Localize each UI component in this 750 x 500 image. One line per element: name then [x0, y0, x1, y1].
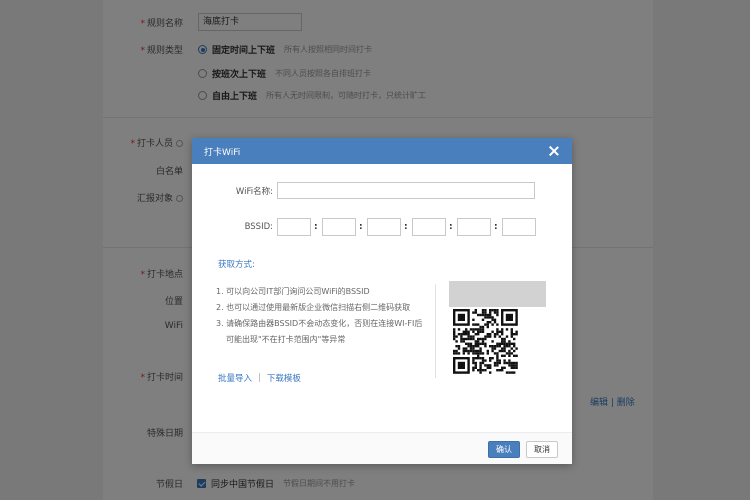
bssid-input-2[interactable]	[322, 218, 356, 236]
modal-footer: 确认 取消	[192, 432, 572, 464]
vertical-divider	[435, 284, 436, 378]
link-row: 批量导入 | 下载模板	[218, 372, 301, 384]
bssid-input-1[interactable]	[277, 218, 311, 236]
bssid-separator: :	[449, 222, 453, 232]
step-item: 1. 可以向公司IT部门询问公司WiFi的BSSID	[216, 287, 370, 296]
step-item: 2. 也可以通过使用最新版企业微信扫描右侧二维码获取	[216, 303, 411, 312]
bssid-separator: :	[404, 222, 408, 232]
wifi-modal: 打卡WiFi WiFi名称: BSSID: : : : : : 获取方式: 1.…	[192, 138, 572, 464]
bssid-separator: :	[359, 222, 363, 232]
qr-code-area	[449, 307, 546, 378]
steps-list: 1. 可以向公司IT部门询问公司WiFi的BSSID 2. 也可以通过使用最新版…	[216, 284, 436, 348]
method-title: 获取方式:	[218, 260, 255, 270]
wifi-name-input[interactable]	[277, 182, 535, 199]
bssid-input-6[interactable]	[502, 218, 536, 236]
qr-code-icon	[453, 309, 518, 374]
bssid-separator: :	[314, 222, 318, 232]
link-separator: |	[258, 373, 261, 383]
step-item: 3. 请确保路由器BSSID不会动态变化，否则在连接WI-FI后	[216, 319, 423, 328]
batch-import-link[interactable]: 批量导入	[218, 372, 252, 384]
step-item: 可能出现"不在打卡范围内"等异常	[226, 335, 346, 344]
wifi-name-label: WiFi名称:	[235, 187, 273, 197]
modal-title: 打卡WiFi	[204, 147, 241, 158]
bssid-input-4[interactable]	[412, 218, 446, 236]
cancel-button[interactable]: 取消	[526, 441, 558, 458]
bssid-separator: :	[494, 222, 498, 232]
bssid-input-5[interactable]	[457, 218, 491, 236]
download-template-link[interactable]: 下载模板	[267, 372, 301, 384]
close-icon[interactable]	[548, 145, 560, 157]
qr-code	[449, 281, 546, 378]
bssid-input-3[interactable]	[367, 218, 401, 236]
confirm-button[interactable]: 确认	[488, 441, 520, 458]
modal-header: 打卡WiFi	[192, 138, 572, 164]
bssid-label: BSSID:	[244, 222, 273, 232]
